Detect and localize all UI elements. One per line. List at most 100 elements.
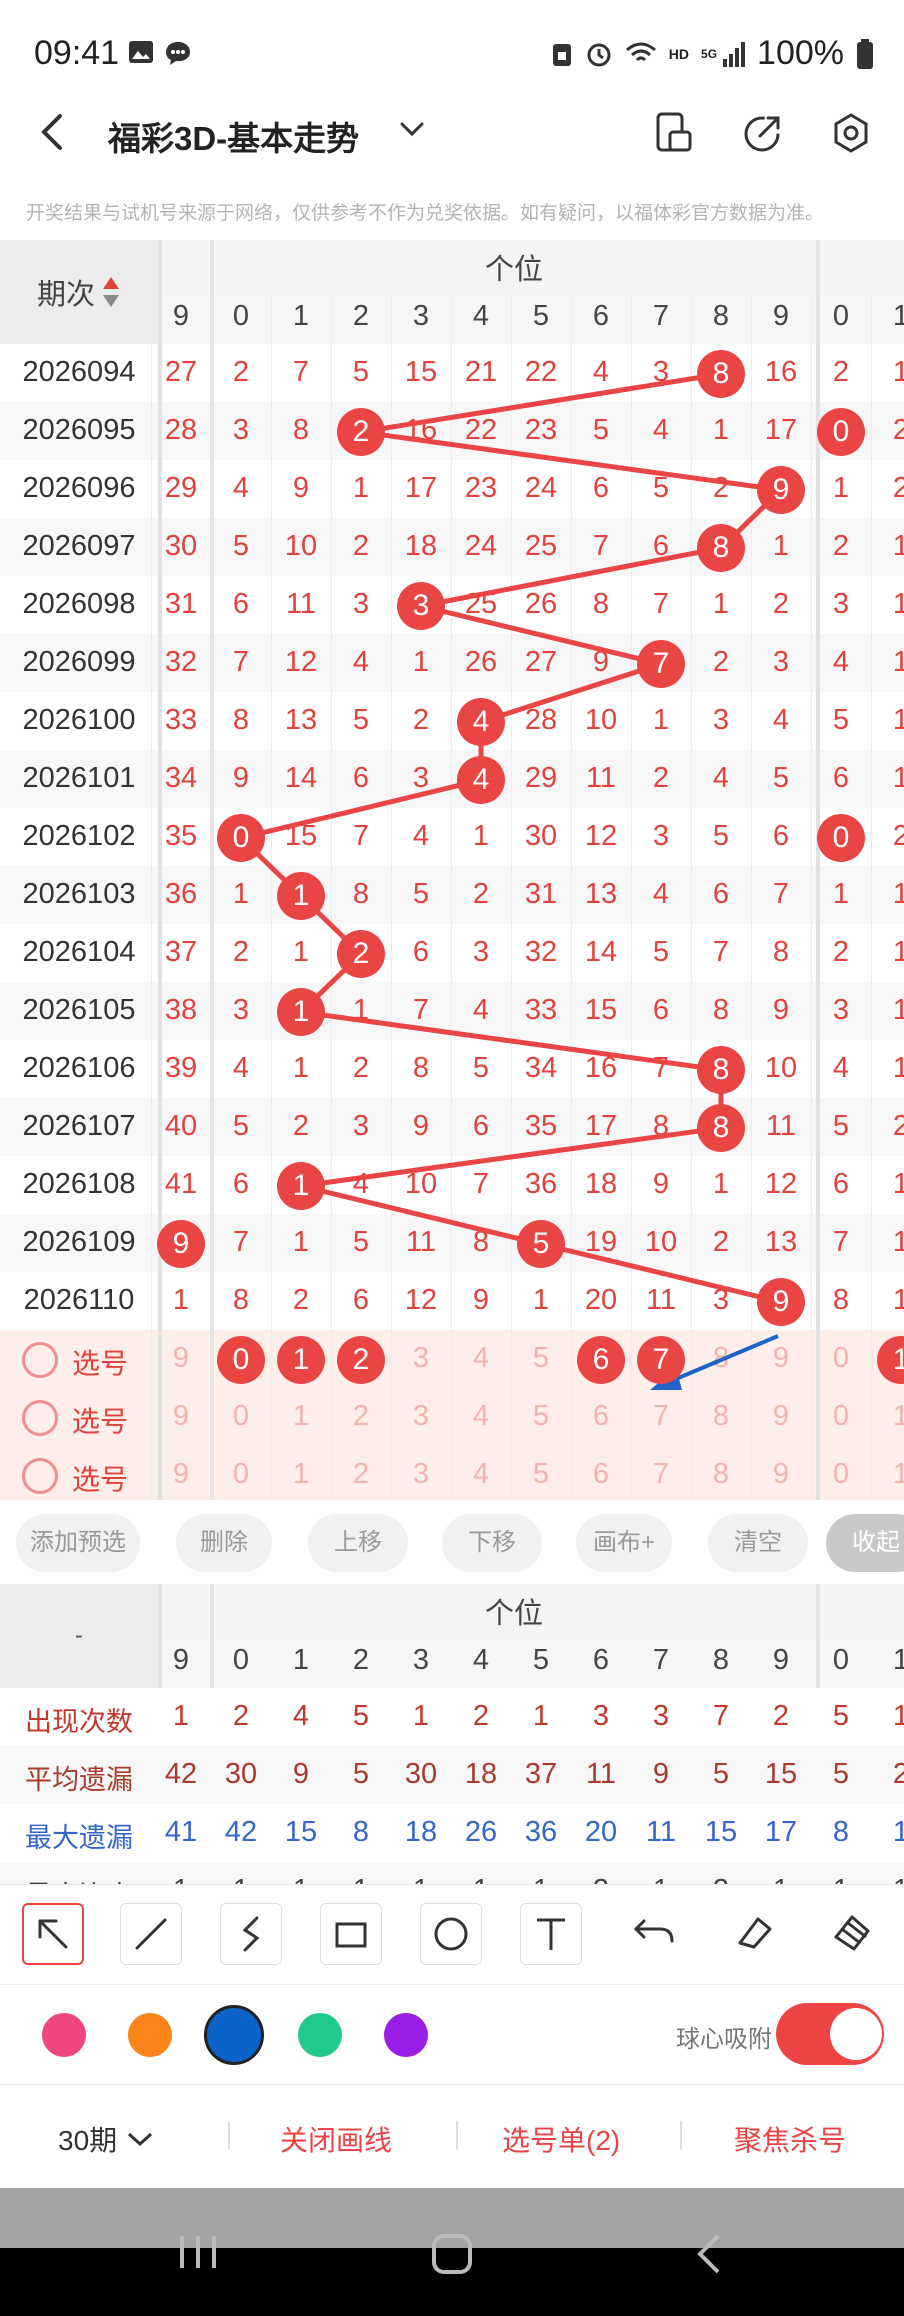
status-time: 09:41 bbox=[34, 34, 120, 72]
stats-cell: 2 bbox=[571, 1874, 631, 1884]
stats-digit-header: 8 bbox=[712, 1644, 730, 1676]
hit-ball[interactable]: 8 bbox=[697, 1104, 745, 1152]
toggle-knob bbox=[830, 2008, 882, 2060]
stats-row-label: 平均遗漏 bbox=[25, 1765, 133, 1795]
clear-button[interactable]: 清空 bbox=[708, 1514, 808, 1572]
home-icon[interactable] bbox=[430, 2232, 474, 2276]
hit-ball[interactable]: 9 bbox=[757, 466, 805, 514]
phone-screen-icon[interactable] bbox=[656, 112, 694, 154]
pointer-tool[interactable] bbox=[22, 1903, 84, 1965]
pick-list-button[interactable]: 选号单(2) bbox=[502, 2119, 620, 2159]
hit-ball[interactable]: 1 bbox=[277, 988, 325, 1036]
move-up-button[interactable]: 上移 bbox=[308, 1514, 408, 1572]
hit-ball[interactable]: 4 bbox=[457, 756, 505, 804]
pick-ball[interactable]: 7 bbox=[637, 1336, 685, 1384]
battery-percent: 100% bbox=[757, 34, 844, 72]
text-tool[interactable] bbox=[520, 1903, 582, 1965]
hit-ball[interactable]: 9 bbox=[157, 1220, 205, 1268]
stats-cell: 5 bbox=[712, 1758, 730, 1790]
focus-kill-button[interactable]: 聚焦杀号 bbox=[734, 2119, 846, 2159]
hit-ball[interactable]: 1 bbox=[277, 872, 325, 920]
stats-digit-header: 6 bbox=[592, 1644, 610, 1676]
color-swatch[interactable] bbox=[384, 2013, 428, 2057]
stats-cell: 9 bbox=[652, 1758, 670, 1790]
hit-ball[interactable]: 4 bbox=[457, 698, 505, 746]
hit-ball[interactable]: 0 bbox=[817, 408, 865, 456]
periods-label: 30期 bbox=[58, 2125, 118, 2156]
periods-select[interactable]: 30期 bbox=[58, 2119, 153, 2159]
stats-digit-header: 5 bbox=[532, 1644, 550, 1676]
clear-drawing-icon[interactable] bbox=[826, 1907, 878, 1959]
collapse-button[interactable]: 收起 bbox=[826, 1514, 904, 1572]
page-title[interactable]: 福彩3D-基本走势 bbox=[108, 112, 359, 160]
color-swatch[interactable] bbox=[42, 2013, 86, 2057]
hit-ball[interactable]: 2 bbox=[337, 408, 385, 456]
stats-cell: 15 bbox=[764, 1758, 798, 1790]
hit-ball[interactable]: 2 bbox=[337, 930, 385, 978]
stats-cell: 1 bbox=[271, 1874, 331, 1884]
share-icon[interactable] bbox=[742, 112, 784, 154]
hit-ball[interactable]: 8 bbox=[697, 350, 745, 398]
stats-cell: 1 bbox=[751, 1874, 811, 1884]
stats-cell: 41 bbox=[164, 1816, 198, 1848]
stats-digit-header: 0 bbox=[832, 1644, 850, 1676]
stats-cell: 1 bbox=[631, 1874, 691, 1884]
stats-cell: 1 bbox=[892, 1700, 904, 1732]
pick-ball[interactable]: 2 bbox=[337, 1336, 385, 1384]
pick-controls: 添加预选 删除 上移 下移 画布+ 清空 收起 bbox=[0, 1500, 904, 1584]
stats-cell: 1 bbox=[331, 1874, 391, 1884]
pick-ball[interactable]: 0 bbox=[217, 1336, 265, 1384]
circle-tool[interactable] bbox=[420, 1903, 482, 1965]
stats-cell: 20 bbox=[584, 1816, 618, 1848]
stats-cell: 4 bbox=[292, 1700, 310, 1732]
stats-cell: 17 bbox=[764, 1816, 798, 1848]
hit-ball[interactable]: 0 bbox=[217, 814, 265, 862]
snap-toggle[interactable] bbox=[776, 2003, 884, 2065]
chevron-down-icon[interactable] bbox=[398, 118, 426, 142]
stats-cell: 2 bbox=[772, 1700, 790, 1732]
hit-ball[interactable]: 8 bbox=[697, 524, 745, 572]
pick-ball[interactable]: 1 bbox=[277, 1336, 325, 1384]
delete-button[interactable]: 删除 bbox=[176, 1514, 272, 1572]
close-lines-button[interactable]: 关闭画线 bbox=[280, 2119, 392, 2159]
back-icon[interactable] bbox=[40, 112, 64, 152]
rectangle-tool[interactable] bbox=[320, 1903, 382, 1965]
pick-ball[interactable]: 6 bbox=[577, 1336, 625, 1384]
color-swatch[interactable] bbox=[204, 2005, 264, 2065]
stats-cell: 5 bbox=[832, 1758, 850, 1790]
stats-cell: 11 bbox=[585, 1758, 617, 1790]
hit-ball[interactable]: 8 bbox=[697, 1046, 745, 1094]
text-icon bbox=[537, 1918, 565, 1950]
color-swatch[interactable] bbox=[298, 2013, 342, 2057]
curve-tool[interactable] bbox=[220, 1903, 282, 1965]
hit-ball[interactable]: 5 bbox=[517, 1220, 565, 1268]
hit-ball[interactable]: 7 bbox=[637, 640, 685, 688]
line-tool[interactable] bbox=[120, 1903, 182, 1965]
stats-cell: 2 bbox=[691, 1874, 751, 1884]
system-nav-bar bbox=[0, 2188, 904, 2316]
stats-cell: 1 bbox=[532, 1700, 550, 1732]
stats-cell: 1 bbox=[871, 1874, 904, 1884]
stats-table: 9 0 1 2 3 4 5 6 7 8 9 0 1 出现次数 1 2 4 5 1 2 1 3 3 7 2 5 1 平均遗漏 42 30 9 5… bbox=[0, 1584, 904, 1884]
stats-digit-header: 0 bbox=[232, 1644, 250, 1676]
pointer-icon bbox=[38, 1919, 68, 1949]
hit-ball[interactable]: 9 bbox=[757, 1278, 805, 1326]
hit-ball[interactable]: 1 bbox=[277, 1162, 325, 1210]
move-down-button[interactable]: 下移 bbox=[442, 1514, 542, 1572]
circle-icon bbox=[434, 1917, 468, 1951]
add-preselect-button[interactable]: 添加预选 bbox=[16, 1514, 140, 1572]
hit-ball[interactable]: 3 bbox=[397, 582, 445, 630]
snap-label: 球心吸附 bbox=[676, 2026, 772, 2053]
back-nav-icon[interactable] bbox=[694, 2232, 724, 2276]
color-swatch[interactable] bbox=[128, 2013, 172, 2057]
stats-cell: 1 bbox=[451, 1874, 511, 1884]
divider bbox=[228, 2121, 230, 2149]
stats-cell: 37 bbox=[524, 1758, 558, 1790]
stats-cell: 1 bbox=[511, 1874, 571, 1884]
eraser-icon[interactable] bbox=[728, 1907, 780, 1959]
recent-apps-icon[interactable] bbox=[176, 2232, 222, 2272]
settings-icon[interactable] bbox=[830, 112, 872, 154]
undo-icon[interactable] bbox=[630, 1907, 682, 1959]
hit-ball[interactable]: 0 bbox=[817, 814, 865, 862]
canvas-plus-button[interactable]: 画布+ bbox=[576, 1514, 672, 1572]
